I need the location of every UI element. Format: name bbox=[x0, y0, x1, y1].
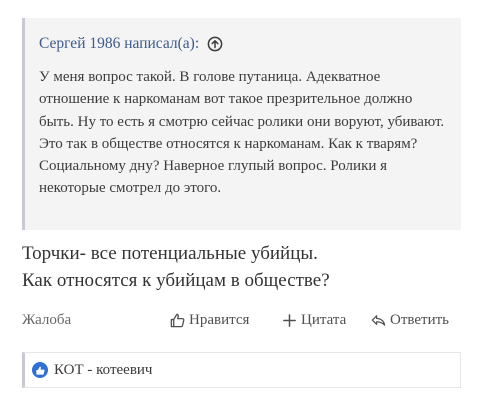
quote-button[interactable]: Цитата bbox=[281, 312, 346, 329]
post-text: Торчки- все потенциальные убийцы. Как от… bbox=[22, 240, 472, 294]
complaint-link[interactable]: Жалоба bbox=[22, 312, 71, 329]
post-line-1: Торчки- все потенциальные убийцы. bbox=[22, 243, 318, 264]
plus-icon bbox=[283, 314, 296, 327]
thumbs-up-icon bbox=[170, 313, 185, 328]
quote-header: Сергей 1986 написал(а): bbox=[39, 35, 223, 53]
post-line-2: Как относятся к убийцам в обществе? bbox=[22, 270, 330, 291]
quote-text: У меня вопрос такой. В голове путаница. … bbox=[39, 69, 445, 197]
likes-bar[interactable]: КОТ - котеевич bbox=[22, 352, 461, 388]
reply-label: Ответить bbox=[390, 312, 450, 328]
quote-author[interactable]: Сергей 1986 написал(а): bbox=[39, 35, 199, 53]
reply-icon bbox=[371, 315, 386, 326]
like-button[interactable]: Нравится bbox=[169, 312, 249, 329]
post-actions: Жалоба Нравится Цитата Ответить bbox=[0, 312, 483, 336]
cutoff-icons bbox=[370, 0, 410, 4]
previous-post-cutoff bbox=[0, 0, 483, 6]
like-label: Нравится bbox=[189, 312, 250, 328]
arrow-up-circle-icon[interactable] bbox=[207, 36, 223, 52]
reply-button[interactable]: Ответить bbox=[370, 312, 449, 329]
like-badge-icon bbox=[32, 362, 48, 378]
liked-by-users[interactable]: КОТ - котеевич bbox=[54, 362, 152, 379]
quote-label: Цитата bbox=[301, 312, 347, 328]
quote-block: Сергей 1986 написал(а): У меня вопрос та… bbox=[22, 18, 461, 230]
